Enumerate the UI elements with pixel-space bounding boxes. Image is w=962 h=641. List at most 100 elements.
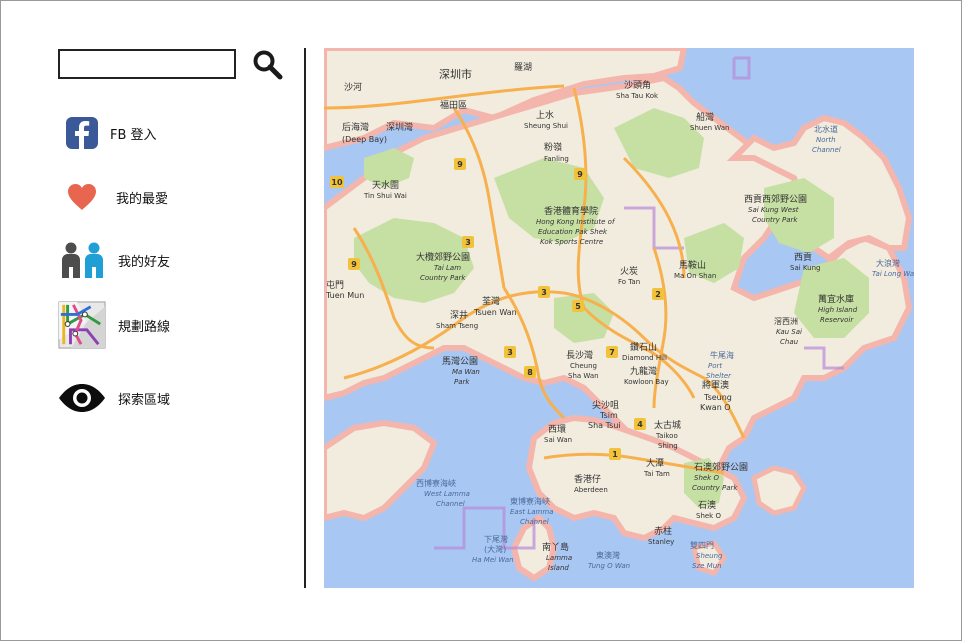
map-label: 長沙灣 — [566, 349, 593, 361]
map-label: Country Park — [752, 216, 798, 224]
map-label: 石澳 — [698, 499, 716, 511]
menu-label: FB 登入 — [110, 127, 157, 143]
svg-text:8: 8 — [527, 368, 533, 377]
map-label: 鑽石山 — [630, 341, 657, 353]
map-label: 馬鞍山 — [679, 259, 706, 271]
map-label: 赤柱 — [654, 525, 672, 537]
menu-label: 我的好友 — [118, 254, 171, 270]
map-label: Tsim — [599, 411, 618, 420]
map-label: 九龍灣 — [630, 365, 657, 377]
map-label: Sai Kung West — [748, 206, 799, 214]
map-label: Fanling — [544, 155, 569, 163]
map-label: Tseung — [703, 393, 732, 402]
map-label: 太古城 — [654, 419, 681, 431]
friends-icon — [58, 236, 106, 284]
menu-item-route-planning[interactable]: 規劃路線 — [58, 301, 170, 349]
svg-text:3: 3 — [465, 238, 471, 247]
menu-label: 我的最愛 — [116, 191, 169, 207]
map-label: Chau — [780, 338, 799, 346]
svg-text:10: 10 — [331, 178, 343, 187]
map-label: Ha Mei Wan — [472, 556, 514, 564]
map-label: West Lamma — [424, 490, 470, 498]
map-label: 西貢 — [794, 252, 812, 263]
map-label: Aberdeen — [574, 486, 608, 494]
map-label: Sha Tsui — [588, 421, 621, 430]
svg-text:3: 3 — [541, 288, 547, 297]
map-label: 上水 — [536, 109, 554, 121]
map-label: 東博寮海峽 — [510, 496, 550, 506]
svg-text:9: 9 — [351, 260, 357, 269]
map-label: 沙頭角 — [624, 79, 651, 91]
map-label: 后海灣 — [342, 121, 369, 133]
map-label: East Lamma — [510, 508, 553, 516]
route-shield: 4 — [634, 418, 646, 430]
map-label: 大欖郊野公園 — [416, 251, 470, 263]
map-label: Park — [454, 378, 470, 386]
map-label: 西博寮海峽 — [416, 478, 456, 488]
map-label: Channel — [812, 146, 841, 154]
map-label: 西貢西郊野公園 — [744, 193, 807, 205]
map-label: Shing — [658, 442, 678, 450]
menu-item-explore-area[interactable]: 探索區域 — [58, 376, 170, 420]
map-label: Reservoir — [820, 316, 854, 324]
map-label: 天水圍 — [372, 179, 399, 191]
route-icon — [58, 301, 106, 349]
svg-text:1: 1 — [612, 450, 618, 459]
map-label: 深圳灣 — [386, 121, 413, 133]
svg-text:9: 9 — [457, 160, 463, 169]
route-shield: 9 — [348, 258, 360, 270]
svg-text:4: 4 — [637, 420, 643, 429]
map-label: 香港仔 — [574, 473, 601, 485]
map-label: 荃灣 — [482, 295, 500, 307]
map-label: 深圳市 — [439, 67, 472, 81]
route-shield: 3 — [538, 286, 550, 298]
map-label: 羅湖 — [514, 62, 532, 73]
route-shield: 3 — [462, 236, 474, 248]
map-label: Ma On Shan — [674, 272, 716, 280]
map-label: 香港體育學院 — [544, 205, 598, 217]
route-shield: 5 — [572, 300, 584, 312]
map-label: 尖沙咀 — [592, 399, 619, 411]
menu-item-friends[interactable]: 我的好友 — [58, 238, 170, 282]
map-label: Sheung Shui — [524, 122, 568, 130]
map-label: Sheung — [696, 552, 723, 560]
map-label: Education Pak Shek — [538, 228, 608, 236]
map-canvas: 9 9 3 10 9 2 7 5 3 8 1 4 3 深圳市 福田區 深圳灣 后… — [324, 48, 914, 588]
search-button[interactable] — [251, 48, 285, 82]
map-label: Sha Wan — [568, 372, 599, 380]
svg-text:7: 7 — [609, 348, 615, 357]
map-label: (Deep Bay) — [342, 135, 387, 144]
map-label: Sai Wan — [544, 436, 572, 444]
svg-text:2: 2 — [655, 290, 661, 299]
svg-text:9: 9 — [577, 170, 583, 179]
map-label: Kau Sai — [776, 328, 802, 336]
map-label: Channel — [520, 518, 549, 526]
map-label: High Island — [818, 306, 858, 314]
map-label: 大浪灣 — [876, 258, 900, 268]
menu-item-favorites[interactable]: 我的最愛 — [58, 175, 168, 219]
menu-item-fb-login[interactable]: FB 登入 — [58, 111, 157, 155]
map-label: 屯門 — [326, 279, 344, 291]
map-label: Tin Shui Wai — [363, 192, 407, 200]
route-shield: 3 — [504, 346, 516, 358]
route-shield: 8 — [524, 366, 536, 378]
map-label: 牛尾海 — [710, 350, 734, 360]
map-label: Fo Tan — [618, 278, 640, 286]
map-label: Tai Lam — [434, 264, 461, 272]
map-label: 北水道 — [814, 124, 838, 134]
map-label: Tai Long Wan — [872, 270, 914, 278]
route-shield: 1 — [609, 448, 621, 460]
map-label: 東澳灣 — [596, 550, 620, 560]
facebook-icon — [58, 109, 106, 157]
map-label: 福田區 — [440, 99, 467, 111]
map-label: Stanley — [648, 538, 674, 546]
route-shield: 2 — [652, 288, 664, 300]
search-input[interactable] — [58, 49, 236, 79]
map-label: Country Park — [420, 274, 466, 282]
map-label: Tuen Mun — [325, 291, 364, 300]
map-label: 雙四門 — [690, 540, 714, 550]
map-view[interactable]: 9 9 3 10 9 2 7 5 3 8 1 4 3 深圳市 福田區 深圳灣 后… — [324, 48, 914, 588]
menu-label: 探索區域 — [118, 392, 171, 408]
map-label: Shek O — [696, 512, 721, 520]
map-label: Kwan O — [700, 403, 731, 412]
